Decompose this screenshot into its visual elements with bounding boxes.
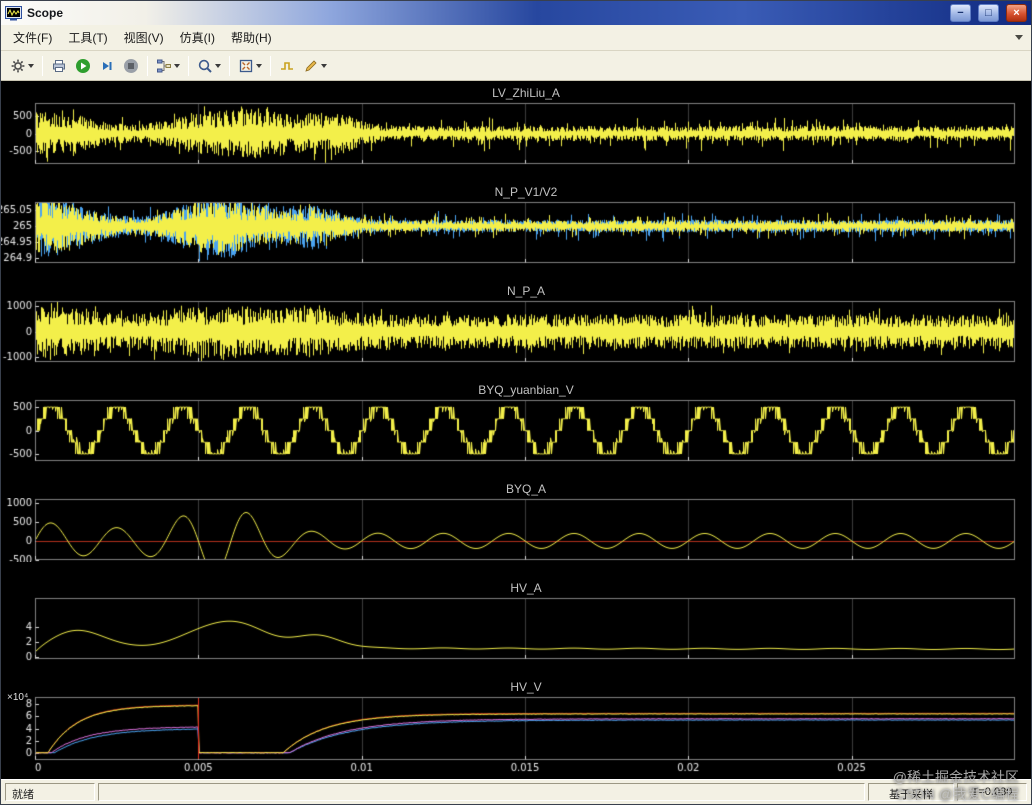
window-title: Scope <box>27 6 64 20</box>
plot-title-hv-a: HV_A <box>510 581 542 595</box>
toolbar-separator <box>229 55 230 76</box>
stop-icon <box>124 58 138 73</box>
print-button[interactable] <box>47 54 71 78</box>
menubar-overflow-icon[interactable] <box>1015 35 1023 40</box>
menu-tools[interactable]: 工具(T) <box>60 25 115 50</box>
chevron-down-icon <box>256 63 262 68</box>
plot-canvas-lv-zhiliu-a[interactable] <box>1 102 1031 166</box>
printer-icon <box>53 59 65 72</box>
plot-title-n-p-v1v2: N_P_V1/V2 <box>494 185 558 199</box>
toolbar <box>1 51 1031 81</box>
stop-button[interactable] <box>119 54 143 78</box>
run-button[interactable] <box>71 54 95 78</box>
signal-selector-icon <box>157 59 171 72</box>
zoom-button[interactable] <box>193 54 225 78</box>
plot-block-hv-v: HV_V ×10⁴ <box>1 680 1031 776</box>
close-button[interactable]: × <box>1006 4 1027 22</box>
plot-canvas-byq-yuanbian-v[interactable] <box>1 399 1031 463</box>
status-sim-time: T=0.030 <box>957 783 1027 801</box>
fit-to-view-button[interactable] <box>234 54 266 78</box>
plot-block-lv-zhiliu-a: LV_ZhiLiu_A <box>1 86 1031 166</box>
pencil-icon <box>305 59 317 72</box>
trigger-button[interactable] <box>275 54 299 78</box>
line-style-button[interactable] <box>299 54 331 78</box>
plot-title-byq-a: BYQ_A <box>505 482 547 496</box>
scope-app-icon <box>5 5 22 20</box>
plot-canvas-n-p-a[interactable] <box>1 300 1031 364</box>
run-icon <box>76 58 90 73</box>
plot-title-hv-v: HV_V <box>510 680 542 694</box>
plot-block-n-p-v1v2: N_P_V1/V2 <box>1 185 1031 265</box>
plot-canvas-byq-a[interactable] <box>1 498 1031 562</box>
fit-to-view-icon <box>239 59 253 72</box>
status-sample-mode: 基于采样 <box>868 783 954 801</box>
menu-help[interactable]: 帮助(H) <box>223 25 280 50</box>
scope-window: Scope − □ × 文件(F) 工具(T) 视图(V) 仿真(I) 帮助(H… <box>0 0 1032 805</box>
plot-title-lv-zhiliu-a: LV_ZhiLiu_A <box>492 86 560 100</box>
trigger-icon <box>281 61 293 70</box>
statusbar: 就绪 基于采样 T=0.030 <box>1 779 1031 804</box>
plot-block-hv-a: HV_A <box>1 581 1031 661</box>
menubar: 文件(F) 工具(T) 视图(V) 仿真(I) 帮助(H) <box>1 25 1031 51</box>
menu-simulation[interactable]: 仿真(I) <box>172 25 223 50</box>
plot-canvas-hv-a[interactable] <box>1 597 1031 661</box>
plot-canvas-n-p-v1v2[interactable] <box>1 201 1031 265</box>
status-message-area <box>98 783 865 801</box>
chevron-down-icon <box>321 63 327 68</box>
menu-file[interactable]: 文件(F) <box>5 25 60 50</box>
plot-block-byq-a: BYQ_A <box>1 482 1031 562</box>
step-forward-icon <box>103 61 112 70</box>
plot-block-byq-yuanbian-v: BYQ_yuanbian_V <box>1 383 1031 463</box>
magnifier-icon <box>198 59 212 73</box>
titlebar[interactable]: Scope − □ × <box>1 1 1031 25</box>
gear-icon <box>11 59 25 72</box>
status-ready: 就绪 <box>5 783 95 801</box>
plot-title-byq-yuanbian-v: BYQ_yuanbian_V <box>478 383 574 397</box>
y-axis-exponent-label: ×10⁴ <box>7 692 29 703</box>
step-forward-button[interactable] <box>95 54 119 78</box>
chevron-down-icon <box>174 63 180 68</box>
plot-block-n-p-a: N_P_A <box>1 284 1031 364</box>
plot-title-n-p-a: N_P_A <box>506 284 546 298</box>
minimize-button[interactable]: − <box>950 4 971 22</box>
toolbar-separator <box>42 55 43 76</box>
plot-canvas-hv-v[interactable] <box>1 696 1031 776</box>
toolbar-separator <box>270 55 271 76</box>
signal-selector-button[interactable] <box>152 54 184 78</box>
maximize-button[interactable]: □ <box>978 4 999 22</box>
toolbar-separator <box>188 55 189 76</box>
scope-display-area: LV_ZhiLiu_A N_P_V1/V2 N_P_A BYQ_yuanbian… <box>1 81 1031 779</box>
menu-view[interactable]: 视图(V) <box>116 25 172 50</box>
chevron-down-icon <box>28 63 34 68</box>
toolbar-separator <box>147 55 148 76</box>
chevron-down-icon <box>215 63 221 68</box>
scope-parameters-button[interactable] <box>6 54 38 78</box>
